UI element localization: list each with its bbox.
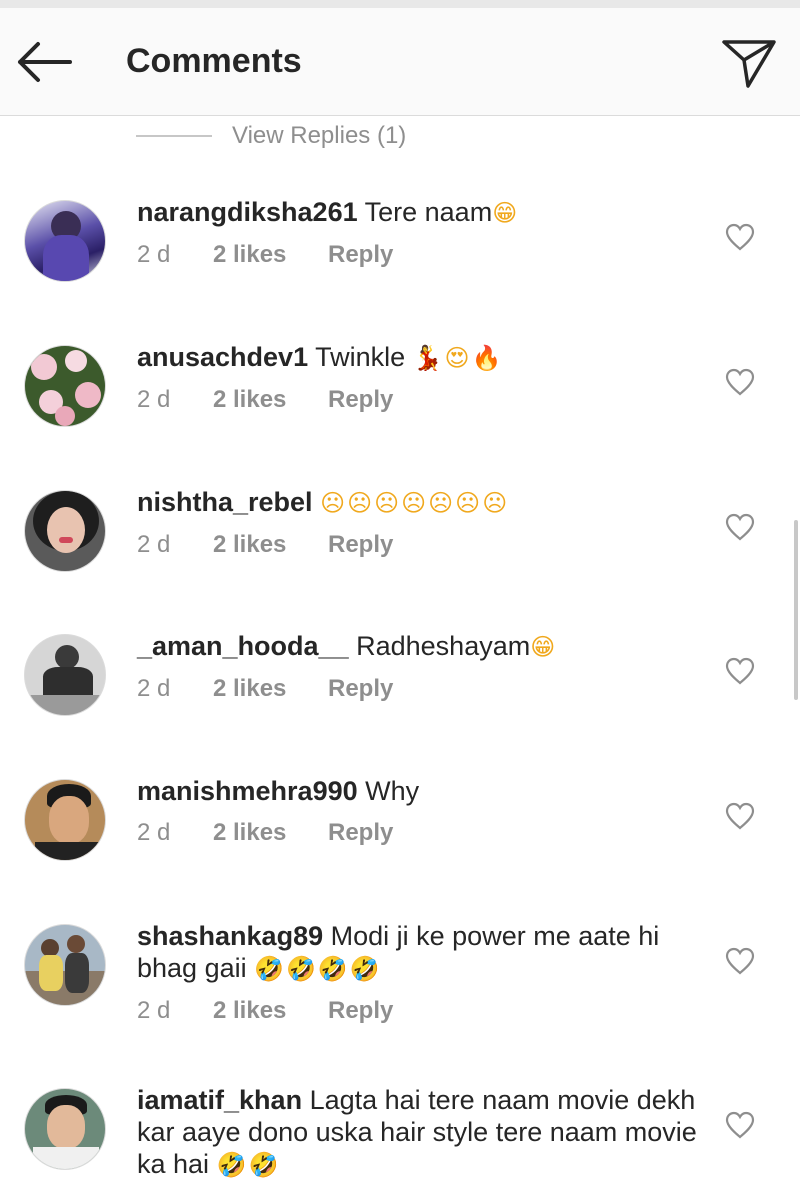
- comment-meta: 2 d 2 likes Reply: [137, 531, 697, 559]
- emoji-dancer-heart-eyes-fire-icon: 💃😍🔥: [412, 344, 504, 372]
- emoji-grin-icon: 😁: [530, 633, 558, 661]
- comment-time: 2 d: [137, 241, 171, 268]
- reply-button[interactable]: Reply: [328, 997, 393, 1025]
- reply-button[interactable]: Reply: [328, 819, 393, 847]
- comment-text: narangdiksha261 Tere naam😁: [137, 196, 697, 229]
- heart-icon: [725, 513, 755, 541]
- heart-icon: [725, 802, 755, 830]
- comment-username[interactable]: shashankag89: [137, 921, 323, 951]
- comment-time: 2 d: [137, 997, 171, 1024]
- comment-item: nishtha_rebel ☹☹☹☹☹☹☹ 2 d 2 likes Reply: [0, 486, 800, 606]
- comment-meta: 2 d 2 likes Reply: [137, 819, 697, 847]
- back-button[interactable]: [14, 38, 74, 86]
- emoji-rolling-laughing-icon: 🤣🤣🤣🤣: [254, 955, 382, 983]
- comment-item: manishmehra990 Why 2 d 2 likes Reply: [0, 775, 800, 895]
- heart-icon: [725, 223, 755, 251]
- view-replies-label: View Replies (1): [232, 122, 407, 149]
- comment-time: 2 d: [137, 675, 171, 702]
- avatar[interactable]: [24, 779, 106, 861]
- like-button[interactable]: [724, 946, 756, 976]
- paper-plane-icon: [722, 40, 776, 88]
- comment-username[interactable]: narangdiksha261: [137, 197, 358, 227]
- comment-meta: 2 d 2 likes Reply: [137, 241, 697, 269]
- comment-time: 2 d: [137, 819, 171, 846]
- comment-time: 2 d: [137, 386, 171, 413]
- comment-likes[interactable]: 2 likes: [213, 675, 328, 703]
- comment-likes[interactable]: 2 likes: [213, 997, 328, 1025]
- comment-text: anusachdev1 Twinkle 💃😍🔥: [137, 341, 697, 374]
- like-button[interactable]: [724, 656, 756, 686]
- status-bar-strip: [0, 0, 800, 8]
- heart-icon: [725, 368, 755, 396]
- comment-username[interactable]: anusachdev1: [137, 342, 308, 372]
- comment-text: manishmehra990 Why: [137, 775, 697, 807]
- like-button[interactable]: [724, 1110, 756, 1140]
- avatar[interactable]: [24, 200, 106, 282]
- comment-likes[interactable]: 2 likes: [213, 819, 328, 847]
- view-replies-link[interactable]: View Replies (1): [136, 118, 536, 154]
- like-button[interactable]: [724, 222, 756, 252]
- avatar[interactable]: [24, 490, 106, 572]
- comment-meta: 2 d 2 likes Reply: [137, 386, 697, 414]
- comment-username[interactable]: manishmehra990: [137, 776, 358, 806]
- comment-time: 2 d: [137, 531, 171, 558]
- comment-item: narangdiksha261 Tere naam😁 2 d 2 likes Rep…: [0, 196, 800, 316]
- comment-item: anusachdev1 Twinkle 💃😍🔥 2 d 2 likes Reply: [0, 341, 800, 461]
- reply-button[interactable]: Reply: [328, 531, 393, 559]
- comment-meta: 2 d 2 likes Reply: [137, 997, 697, 1025]
- comment-likes[interactable]: 2 likes: [213, 241, 328, 269]
- comment-text: _aman_hooda__ Radheshayam😁: [137, 630, 697, 663]
- avatar[interactable]: [24, 345, 106, 427]
- heart-icon: [725, 657, 755, 685]
- reply-button[interactable]: Reply: [328, 386, 393, 414]
- scrollbar[interactable]: [794, 520, 798, 700]
- comment-username[interactable]: iamatif_khan: [137, 1085, 302, 1115]
- comment-text: shashankag89 Modi ji ke power me aate hi…: [137, 920, 697, 985]
- arrow-left-icon: [18, 42, 72, 82]
- comment-item: iamatif_khan Lagta hai tere naam movie d…: [0, 1084, 800, 1198]
- avatar[interactable]: [24, 924, 106, 1006]
- comment-meta: 2 d 2 likes Reply: [137, 675, 697, 703]
- like-button[interactable]: [724, 801, 756, 831]
- emoji-rolling-laughing-icon: 🤣🤣: [216, 1151, 281, 1179]
- emoji-frowning-face-icon: ☹☹☹☹☹☹☹: [320, 489, 510, 517]
- reply-button[interactable]: Reply: [328, 675, 393, 703]
- comment-likes[interactable]: 2 likes: [213, 386, 328, 414]
- avatar[interactable]: [24, 1088, 106, 1170]
- like-button[interactable]: [724, 367, 756, 397]
- comment-username[interactable]: nishtha_rebel: [137, 487, 313, 517]
- comment-text: iamatif_khan Lagta hai tere naam movie d…: [137, 1084, 697, 1181]
- emoji-grin-icon: 😁: [492, 199, 520, 227]
- comment-username[interactable]: _aman_hooda__: [137, 631, 349, 661]
- page-title: Comments: [126, 42, 302, 80]
- like-button[interactable]: [724, 512, 756, 542]
- header-bar: Comments: [0, 8, 800, 116]
- comment-item: shashankag89 Modi ji ke power me aate hi…: [0, 920, 800, 1060]
- comment-likes[interactable]: 2 likes: [213, 531, 328, 559]
- heart-icon: [725, 1111, 755, 1139]
- comment-body: Radheshayam: [356, 631, 531, 661]
- heart-icon: [725, 947, 755, 975]
- comment-text: nishtha_rebel ☹☹☹☹☹☹☹: [137, 486, 697, 519]
- comment-item: _aman_hooda__ Radheshayam😁 2 d 2 likes Rep…: [0, 630, 800, 750]
- divider-line: [136, 135, 212, 137]
- comment-body: Why: [365, 776, 420, 806]
- comment-body: Tere naam: [364, 197, 493, 227]
- comment-body: Twinkle: [315, 342, 406, 372]
- reply-button[interactable]: Reply: [328, 241, 393, 269]
- avatar[interactable]: [24, 634, 106, 716]
- send-button[interactable]: [720, 38, 778, 90]
